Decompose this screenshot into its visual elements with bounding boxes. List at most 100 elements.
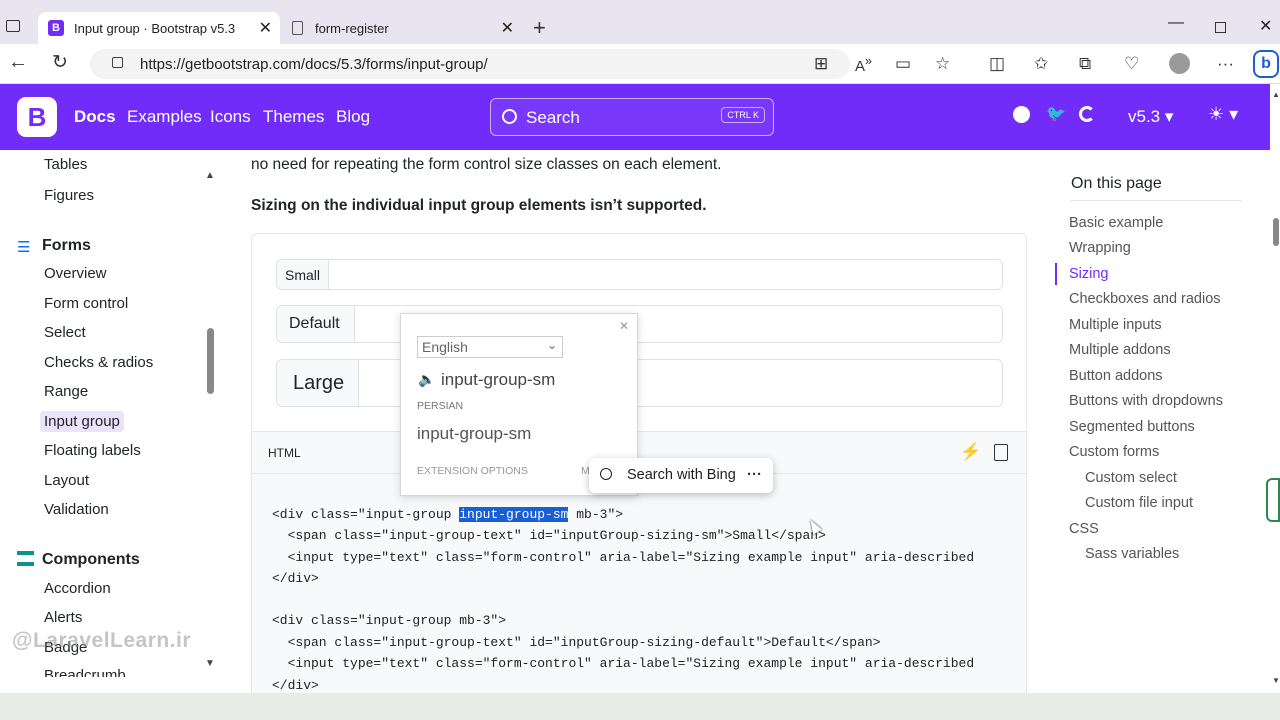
sidebar-item-alerts[interactable]: Alerts: [44, 609, 82, 626]
selected-text: input-group-sm: [459, 507, 569, 522]
input-group-text-small: Small: [277, 260, 329, 289]
browser-essentials-icon[interactable]: ♡: [1124, 54, 1139, 74]
speaker-icon[interactable]: 🔈: [418, 371, 435, 388]
read-aloud-icon[interactable]: A»: [855, 54, 872, 75]
code-line: <span class="input-group-text" id="input…: [272, 528, 826, 543]
sidebar-item-range[interactable]: Range: [44, 383, 88, 400]
toc-wrapping[interactable]: Wrapping: [1069, 240, 1131, 256]
sidebar-item-checks-radios[interactable]: Checks & radios: [44, 354, 153, 371]
nav-docs[interactable]: Docs: [74, 107, 116, 127]
input-group-small: Small: [276, 259, 1003, 290]
page-scroll-up-icon[interactable]: ▲: [1272, 90, 1280, 99]
version-label: v5.3: [1128, 107, 1161, 126]
toc-sass-variables[interactable]: Sass variables: [1085, 546, 1179, 562]
nav-themes[interactable]: Themes: [263, 107, 324, 127]
maximize-icon[interactable]: [1215, 22, 1226, 33]
components-icon: [17, 551, 34, 566]
code-line: <input type="text" class="form-control" …: [272, 550, 975, 565]
toc-custom-select[interactable]: Custom select: [1085, 470, 1177, 486]
close-icon[interactable]: ✕: [501, 18, 514, 38]
minimize-icon[interactable]: —: [1168, 14, 1184, 32]
more-options-icon[interactable]: ···: [747, 466, 762, 483]
translated-text: input-group-sm: [417, 424, 532, 443]
sidebar-heading-forms[interactable]: Forms: [42, 237, 91, 255]
sidebar-item-accordion[interactable]: Accordion: [44, 580, 111, 597]
input-group-default: Default: [276, 305, 1003, 343]
toc-custom-file-input[interactable]: Custom file input: [1085, 495, 1193, 511]
sidebar-heading-components[interactable]: Components: [42, 551, 140, 569]
twitter-icon[interactable]: 🐦: [1046, 104, 1066, 124]
docs-search-input[interactable]: Search CTRL K: [490, 98, 774, 136]
sidebar-item-figures[interactable]: Figures: [44, 187, 94, 204]
language-select[interactable]: English ⌄: [417, 336, 563, 358]
version-dropdown[interactable]: v5.3 ▾: [1128, 107, 1173, 127]
nav-icons[interactable]: Icons: [210, 107, 251, 127]
sidebar-scroll-down-icon[interactable]: ▼: [205, 658, 215, 669]
sidebar-item-input-group[interactable]: Input group: [40, 411, 124, 432]
toc-css[interactable]: CSS: [1069, 521, 1099, 537]
search-with-bing-button[interactable]: Search with Bing ···: [589, 458, 773, 493]
toc-button-addons[interactable]: Button addons: [1069, 368, 1163, 384]
tab-form-register[interactable]: form-register ✕: [282, 12, 522, 44]
address-bar: ← ↻ https://getbootstrap.com/docs/5.3/fo…: [0, 44, 1280, 84]
split-screen-icon[interactable]: ◫: [989, 54, 1005, 74]
nav-examples[interactable]: Examples: [127, 107, 202, 127]
sidebar-scroll-up-icon[interactable]: ▲: [205, 170, 215, 181]
search-icon: [600, 468, 612, 480]
sidebar-scrollbar-thumb[interactable]: [207, 328, 214, 394]
sidebar-item-floating-labels[interactable]: Floating labels: [44, 442, 141, 459]
input-group-text-large: Large: [277, 360, 359, 406]
tab-bootstrap[interactable]: B Input group · Bootstrap v5.3 ✕: [38, 12, 280, 44]
forms-icon: ☰: [17, 239, 31, 256]
favorite-star-icon[interactable]: ☆: [935, 54, 950, 74]
immersive-reader-icon[interactable]: ▭: [895, 54, 911, 74]
sidebar-item-tables[interactable]: Tables: [44, 156, 87, 173]
search-placeholder: Search: [526, 108, 580, 127]
toc-custom-forms[interactable]: Custom forms: [1069, 444, 1159, 460]
page-scrollbar-thumb[interactable]: [1273, 218, 1279, 246]
close-icon[interactable]: ✕: [619, 319, 629, 333]
toc-segmented-buttons[interactable]: Segmented buttons: [1069, 419, 1195, 435]
toc-basic-example[interactable]: Basic example: [1069, 215, 1163, 231]
bing-icon[interactable]: b: [1253, 50, 1279, 78]
toc-sizing[interactable]: Sizing: [1069, 266, 1109, 282]
clipboard-icon[interactable]: [994, 444, 1008, 461]
page-scroll-down-icon[interactable]: ▼: [1272, 676, 1280, 685]
stackblitz-icon[interactable]: ⚡: [960, 442, 981, 462]
sizing-note: Sizing on the individual input group ele…: [251, 197, 707, 214]
back-icon[interactable]: ←: [8, 51, 28, 74]
github-icon[interactable]: [1013, 106, 1030, 123]
code-line: </div>: [272, 678, 319, 693]
sidebar-item-select[interactable]: Select: [44, 324, 86, 341]
tab-actions-icon[interactable]: [6, 20, 20, 32]
toc-checkboxes-radios[interactable]: Checkboxes and radios: [1069, 291, 1221, 307]
sidebar-item-breadcrumb[interactable]: Breadcrumb: [44, 667, 126, 677]
opencollective-icon[interactable]: [1079, 106, 1095, 122]
profile-avatar[interactable]: [1169, 53, 1190, 74]
new-tab-icon[interactable]: +: [533, 15, 546, 41]
toc-multiple-addons[interactable]: Multiple addons: [1069, 342, 1171, 358]
sidebar-item-validation[interactable]: Validation: [44, 501, 109, 518]
page-icon: [292, 21, 303, 35]
bootstrap-logo[interactable]: B: [17, 97, 57, 137]
window-close-icon[interactable]: ✕: [1259, 16, 1272, 36]
side-panel-tab[interactable]: [1266, 478, 1280, 522]
more-options-icon[interactable]: ···: [1217, 54, 1234, 74]
small-input[interactable]: [329, 260, 1002, 289]
chevron-down-icon: ⌄: [546, 338, 557, 352]
sidebar-item-overview[interactable]: Overview: [44, 265, 107, 282]
sidebar-item-layout[interactable]: Layout: [44, 472, 89, 489]
sidebar-item-form-control[interactable]: Form control: [44, 295, 128, 312]
url-field[interactable]: https://getbootstrap.com/docs/5.3/forms/…: [90, 49, 850, 79]
close-icon[interactable]: ✕: [259, 18, 272, 38]
extension-options-link[interactable]: EXTENSION OPTIONS: [417, 465, 528, 477]
apps-icon[interactable]: ⊞: [814, 54, 828, 74]
nav-blog[interactable]: Blog: [336, 107, 370, 127]
toc-buttons-dropdowns[interactable]: Buttons with dropdowns: [1069, 393, 1223, 409]
favorites-icon[interactable]: ✩: [1034, 54, 1048, 74]
toc-multiple-inputs[interactable]: Multiple inputs: [1069, 317, 1162, 333]
collections-icon[interactable]: ⧉: [1079, 54, 1091, 74]
theme-toggle-icon[interactable]: ☀ ▾: [1208, 104, 1238, 125]
input-group-text-default: Default: [277, 306, 355, 342]
refresh-icon[interactable]: ↻: [52, 51, 68, 74]
